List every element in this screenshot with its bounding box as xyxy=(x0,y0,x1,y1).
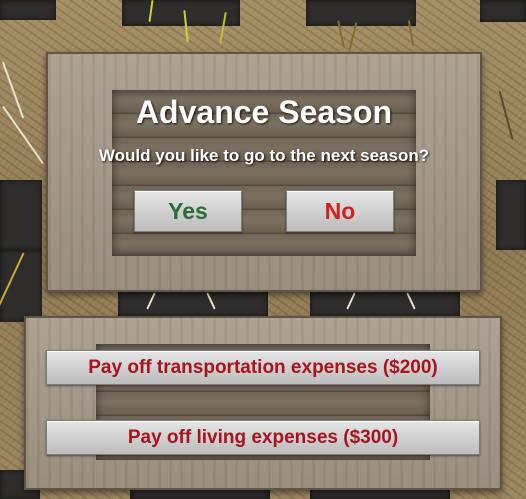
crop-plot[interactable] xyxy=(480,0,526,22)
pay-transportation-button[interactable]: Pay off transportation expenses ($200) xyxy=(46,350,480,385)
crop-plot[interactable] xyxy=(0,180,42,250)
crop-plot[interactable] xyxy=(496,180,526,250)
yes-button[interactable]: Yes xyxy=(134,190,242,232)
crop-plot[interactable] xyxy=(118,292,268,316)
expenses-panel: Pay off transportation expenses ($200) P… xyxy=(24,316,502,490)
advance-season-dialog: Advance Season Would you like to go to t… xyxy=(46,52,482,292)
pay-living-button[interactable]: Pay off living expenses ($300) xyxy=(46,420,480,455)
dialog-title: Advance Season xyxy=(135,94,393,130)
crop-plot[interactable] xyxy=(310,292,460,316)
crop-plot[interactable] xyxy=(0,0,56,20)
no-button[interactable]: No xyxy=(286,190,394,232)
dialog-prompt: Would you like to go to the next season? xyxy=(98,146,430,165)
crop-plot[interactable] xyxy=(306,0,416,26)
